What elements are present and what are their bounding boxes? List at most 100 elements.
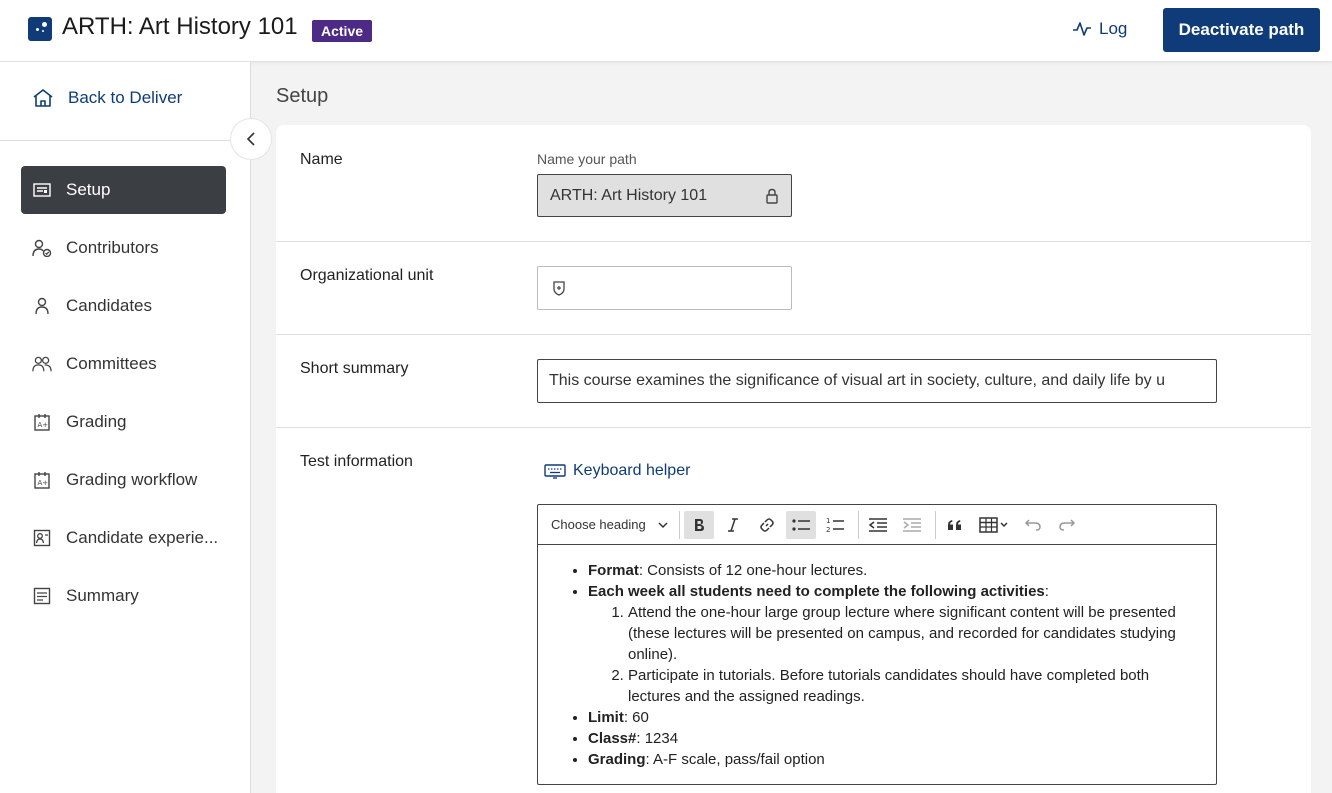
page-title: ARTH: Art History 101	[62, 13, 298, 40]
sidebar-item-setup[interactable]: Setup	[21, 166, 226, 214]
list-item: Participate in tutorials. Before tutoria…	[628, 665, 1198, 707]
editor-content[interactable]: Format: Consists of 12 one-hour lectures…	[538, 545, 1216, 770]
sidebar-item-committees[interactable]: Committees	[21, 340, 226, 388]
lock-icon	[766, 188, 778, 204]
toolbar-separator	[678, 510, 680, 539]
indent-button[interactable]	[897, 511, 927, 539]
svg-text:A+: A+	[38, 479, 49, 487]
chevron-left-icon	[246, 132, 255, 146]
log-link[interactable]: Log	[1072, 19, 1127, 39]
home-icon	[33, 89, 53, 107]
app-header: ARTH: Art History 101 Active Log Deactiv…	[0, 0, 1332, 62]
bold-button[interactable]	[683, 510, 714, 539]
back-label: Back to Deliver	[68, 88, 183, 107]
italic-icon	[727, 517, 738, 532]
status-badge: Active	[312, 20, 373, 42]
org-unit-label: Organizational unit	[300, 267, 434, 284]
name-hint: Name your path	[537, 151, 637, 167]
deactivate-path-button[interactable]: Deactivate path	[1163, 8, 1320, 52]
short-summary-input[interactable]	[537, 359, 1217, 403]
outdent-icon	[868, 517, 887, 532]
quote-icon	[947, 519, 961, 530]
sidebar-item-label: Candidates	[66, 296, 153, 315]
redo-button[interactable]	[1052, 511, 1082, 539]
list-item: Limit: 60	[588, 707, 1198, 728]
heading-select-label: Choose heading	[551, 517, 646, 532]
contributors-icon	[32, 238, 52, 258]
sidebar-item-candidate-experience[interactable]: Candidate experie...	[21, 514, 226, 562]
chevron-down-icon	[658, 521, 668, 528]
sidebar-item-label: Grading	[66, 412, 127, 431]
rich-text-editor[interactable]: Choose heading 12 Format: Consists of 12…	[537, 504, 1217, 785]
section-title: Setup	[276, 85, 329, 107]
bulleted-list-icon	[792, 518, 810, 531]
grading-icon: A+	[32, 412, 52, 432]
list-item: Class#: 1234	[588, 728, 1198, 749]
sidebar-item-label: Contributors	[66, 238, 159, 257]
undo-button[interactable]	[1018, 511, 1048, 539]
bulleted-list-button[interactable]	[785, 510, 816, 539]
path-name-value: ARTH: Art History 101	[550, 186, 708, 204]
blockquote-button[interactable]	[940, 511, 970, 539]
svg-text:2: 2	[826, 526, 830, 534]
outdent-button[interactable]	[863, 511, 893, 539]
sidebar-item-label: Candidate experie...	[66, 528, 219, 547]
sidebar-divider	[0, 140, 251, 141]
svg-text:A+: A+	[38, 421, 49, 429]
back-to-deliver-link[interactable]: Back to Deliver	[32, 88, 182, 108]
person-icon	[32, 296, 52, 316]
keyboard-icon	[544, 464, 566, 479]
org-unit-field[interactable]	[537, 266, 792, 310]
candidate-experience-icon	[32, 528, 52, 548]
table-button[interactable]	[974, 511, 1014, 539]
italic-button[interactable]	[718, 511, 748, 539]
sidebar-nav: Setup Contributors Candidates Committees…	[21, 166, 226, 630]
test-info-label: Test information	[300, 453, 413, 470]
sidebar-item-contributors[interactable]: Contributors	[21, 224, 226, 272]
list-item: Attend the one-hour large group lecture …	[628, 602, 1198, 665]
collapse-sidebar-button[interactable]	[230, 118, 272, 160]
link-button[interactable]	[752, 511, 782, 539]
summary-icon	[32, 586, 52, 606]
row-divider	[276, 241, 1311, 242]
row-divider	[276, 334, 1311, 335]
sidebar-item-grading-workflow[interactable]: A+ Grading workflow	[21, 456, 226, 504]
grading-workflow-icon: A+	[32, 470, 52, 490]
heading-select[interactable]: Choose heading	[544, 511, 675, 539]
list-item: Each week all students need to complete …	[588, 581, 1198, 707]
sidebar-item-candidates[interactable]: Candidates	[21, 282, 226, 330]
numbered-list-button[interactable]: 12	[820, 511, 850, 539]
redo-icon	[1058, 518, 1075, 531]
list-item: Grading: A-F scale, pass/fail option	[588, 749, 1198, 770]
app-logo	[28, 17, 52, 41]
sidebar-item-grading[interactable]: A+ Grading	[21, 398, 226, 446]
table-icon	[978, 516, 1008, 533]
setup-icon	[32, 180, 52, 200]
toolbar-separator	[857, 510, 859, 539]
editor-toolbar: Choose heading 12	[538, 505, 1216, 545]
indent-icon	[902, 517, 921, 532]
activity-icon	[1073, 22, 1091, 36]
undo-icon	[1024, 518, 1041, 531]
name-label: Name	[300, 151, 343, 168]
numbered-list-icon: 12	[826, 517, 844, 534]
shield-icon	[553, 281, 565, 296]
svg-text:1: 1	[826, 517, 830, 525]
sidebar-item-label: Committees	[66, 354, 157, 373]
setup-card: Name Name your path ARTH: Art History 10…	[276, 125, 1311, 793]
bold-icon	[694, 518, 704, 531]
short-summary-label: Short summary	[300, 360, 409, 377]
sidebar-item-label: Setup	[66, 180, 111, 199]
sidebar-item-label: Grading workflow	[66, 470, 198, 489]
list-item: Format: Consists of 12 one-hour lectures…	[588, 560, 1198, 581]
log-label: Log	[1099, 19, 1128, 38]
sidebar: Back to Deliver Setup Contributors Candi…	[0, 62, 251, 793]
link-icon	[759, 517, 774, 532]
sidebar-item-label: Summary	[66, 586, 139, 605]
sidebar-item-summary[interactable]: Summary	[21, 572, 226, 620]
keyboard-helper-link[interactable]: Keyboard helper	[544, 462, 690, 480]
path-name-field: ARTH: Art History 101	[537, 174, 792, 217]
toolbar-separator	[934, 510, 936, 539]
group-icon	[32, 354, 52, 374]
keyboard-helper-label: Keyboard helper	[573, 462, 691, 479]
